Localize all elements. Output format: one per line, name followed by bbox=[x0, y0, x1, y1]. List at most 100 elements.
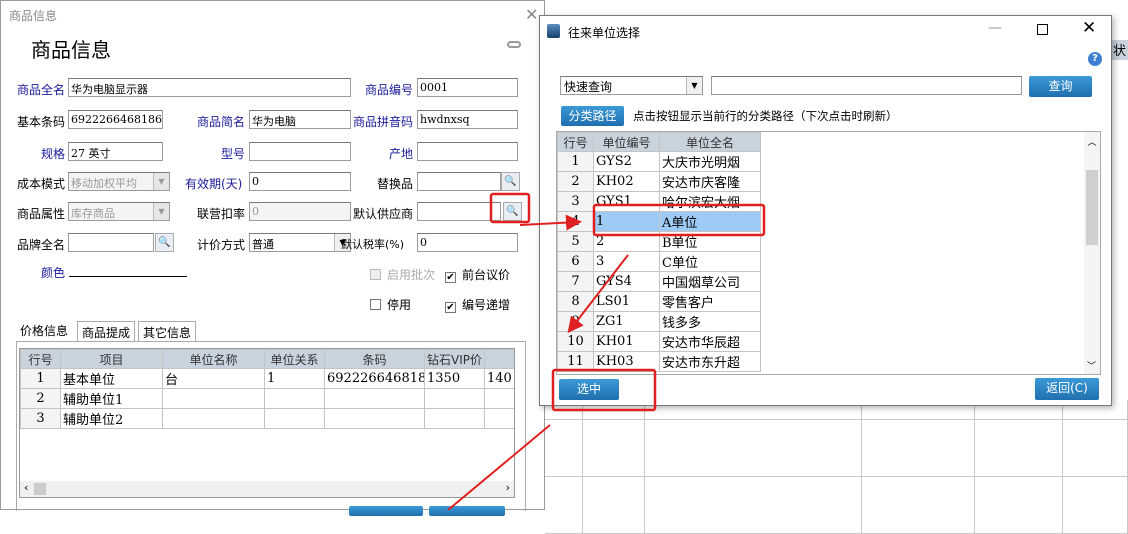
table-cell[interactable] bbox=[264, 388, 325, 409]
table-cell[interactable] bbox=[324, 388, 425, 409]
table-cell[interactable] bbox=[264, 408, 325, 429]
table-cell[interactable]: 1 bbox=[593, 211, 660, 232]
table-cell[interactable]: KH03 bbox=[593, 351, 660, 372]
query-mode-select[interactable]: 快速查询 ▼ bbox=[560, 76, 703, 95]
code-input[interactable]: 0001 bbox=[417, 78, 518, 97]
return-button[interactable]: 返回(C) bbox=[1035, 378, 1099, 400]
table-cell[interactable]: LS01 bbox=[593, 291, 660, 312]
table-cell[interactable]: 基本单位 bbox=[60, 368, 163, 389]
table-cell[interactable]: GYS2 bbox=[593, 151, 660, 172]
row-number[interactable]: 7 bbox=[557, 271, 594, 292]
full-name-input[interactable]: 华为电脑显示器 bbox=[68, 78, 351, 97]
column-header[interactable]: 行号 bbox=[557, 132, 594, 152]
table-cell[interactable]: 辅助单位2 bbox=[60, 408, 163, 429]
table-cell[interactable]: 安达市东升超 bbox=[659, 351, 761, 372]
link-icon[interactable] bbox=[507, 41, 521, 48]
list-item[interactable]: 5 2 B单位 bbox=[557, 231, 761, 252]
list-item[interactable]: 9 ZG1 钱多多 bbox=[557, 311, 761, 332]
table-cell[interactable]: KH02 bbox=[593, 171, 660, 192]
attribute-select[interactable]: 库存商品 ▼ bbox=[68, 202, 170, 221]
tab-price-info[interactable]: 价格信息 bbox=[16, 320, 73, 342]
tab-commission[interactable]: 商品提成 bbox=[77, 321, 136, 341]
list-item[interactable]: 10 KH01 安达市华辰超 bbox=[557, 331, 761, 352]
table-cell[interactable]: KH01 bbox=[593, 331, 660, 352]
close-icon[interactable]: ✕ bbox=[525, 5, 538, 24]
scroll-thumb[interactable] bbox=[1086, 170, 1098, 245]
spec-input[interactable]: 27 英寸 bbox=[68, 142, 163, 161]
row-number[interactable]: 1 bbox=[557, 151, 594, 172]
list-item[interactable]: 11 KH03 安达市东升超 bbox=[557, 351, 761, 372]
brand-search-icon[interactable]: 🔍 bbox=[155, 233, 174, 252]
row-number[interactable]: 6 bbox=[557, 251, 594, 272]
table-cell[interactable]: GYS4 bbox=[593, 271, 660, 292]
table-cell[interactable]: A单位 bbox=[659, 211, 761, 232]
table-cell[interactable]: 哈尔滨宏大烟 bbox=[659, 191, 761, 212]
search-icon[interactable]: 🔍 bbox=[501, 172, 520, 191]
row-number[interactable]: 3 bbox=[557, 191, 594, 212]
vertical-scrollbar[interactable]: ︿ ﹀ bbox=[1084, 132, 1100, 374]
column-header[interactable]: 条码 bbox=[324, 349, 425, 369]
list-item[interactable]: 2 KH02 安达市庆客隆 bbox=[557, 171, 761, 192]
table-cell[interactable]: 大庆市光明烟 bbox=[659, 151, 761, 172]
list-item[interactable]: 4 1 A单位 bbox=[557, 211, 761, 232]
minimize-icon[interactable]: — bbox=[988, 20, 1002, 36]
table-cell[interactable]: 安达市庆客隆 bbox=[659, 171, 761, 192]
column-header[interactable]: 单位关系 bbox=[264, 349, 325, 369]
default-supplier-input[interactable] bbox=[417, 202, 501, 221]
expiry-input[interactable]: 0 bbox=[249, 172, 351, 191]
row-number[interactable]: 3 bbox=[20, 408, 61, 429]
disabled-checkbox[interactable]: 停用 bbox=[370, 296, 411, 313]
table-row[interactable]: 1 基本单位台 1 6922266468186 1350 140 bbox=[20, 368, 514, 389]
table-row[interactable]: 3 辅助单位2 bbox=[20, 408, 514, 429]
maximize-icon[interactable] bbox=[1037, 24, 1048, 35]
pricing-select[interactable]: 普通 ▼ bbox=[249, 233, 351, 252]
table-cell[interactable]: 钱多多 bbox=[659, 311, 761, 332]
category-path-button[interactable]: 分类路径 bbox=[561, 106, 624, 126]
row-number[interactable]: 2 bbox=[557, 171, 594, 192]
table-cell[interactable]: 2 bbox=[593, 231, 660, 252]
table-cell[interactable]: 140 bbox=[484, 368, 514, 389]
table-cell[interactable]: 3 bbox=[593, 251, 660, 272]
table-cell[interactable] bbox=[484, 408, 514, 429]
table-cell[interactable]: C单位 bbox=[659, 251, 761, 272]
cost-mode-select[interactable]: 移动加权平均 ▼ bbox=[68, 172, 170, 191]
color-input[interactable] bbox=[69, 263, 187, 277]
row-number[interactable]: 11 bbox=[557, 351, 594, 372]
column-header[interactable]: 项目 bbox=[60, 349, 163, 369]
front-price-checkbox[interactable]: ✔ 前台议价 bbox=[445, 266, 510, 283]
column-header[interactable]: 单位编号 bbox=[593, 132, 660, 152]
table-cell[interactable] bbox=[162, 408, 265, 429]
table-cell[interactable]: 中国烟草公司 bbox=[659, 271, 761, 292]
column-header[interactable]: 行号 bbox=[20, 349, 61, 369]
cancel-button[interactable] bbox=[429, 506, 505, 516]
row-number[interactable]: 10 bbox=[557, 331, 594, 352]
row-number[interactable]: 1 bbox=[20, 368, 61, 389]
row-number[interactable]: 5 bbox=[557, 231, 594, 252]
brand-input[interactable] bbox=[68, 233, 154, 252]
row-number[interactable]: 9 bbox=[557, 311, 594, 332]
pinyin-input[interactable]: hwdnxsq bbox=[417, 110, 518, 129]
table-row[interactable]: 2 辅助单位1 bbox=[20, 388, 514, 409]
select-button[interactable]: 选中 bbox=[559, 379, 619, 400]
tab-other-info[interactable]: 其它信息 bbox=[138, 321, 197, 341]
scroll-down-icon[interactable]: ﹀ bbox=[1087, 359, 1096, 372]
table-cell[interactable]: 安达市华辰超 bbox=[659, 331, 761, 352]
column-header[interactable]: 黄金 bbox=[484, 349, 514, 369]
column-header[interactable]: 单位全名 bbox=[659, 132, 761, 152]
row-number[interactable]: 8 bbox=[557, 291, 594, 312]
row-number[interactable]: 2 bbox=[20, 388, 61, 409]
auto-number-checkbox[interactable]: ✔ 编号递增 bbox=[445, 296, 510, 313]
table-cell[interactable]: GYS1 bbox=[593, 191, 660, 212]
model-input[interactable] bbox=[249, 142, 351, 161]
table-cell[interactable]: 零售客户 bbox=[659, 291, 761, 312]
table-cell[interactable]: 1 bbox=[264, 368, 325, 389]
query-input[interactable] bbox=[711, 76, 1022, 95]
short-name-input[interactable]: 华为电脑 bbox=[249, 110, 351, 129]
close-icon[interactable]: ✕ bbox=[1082, 18, 1096, 38]
scroll-left-icon[interactable]: ‹ bbox=[24, 481, 28, 494]
column-header[interactable]: 钻石VIP价 bbox=[424, 349, 485, 369]
batch-checkbox[interactable]: 启用批次 bbox=[370, 266, 435, 283]
scroll-up-icon[interactable]: ︿ bbox=[1084, 135, 1100, 148]
substitute-input[interactable] bbox=[417, 172, 501, 191]
list-item[interactable]: 7 GYS4 中国烟草公司 bbox=[557, 271, 761, 292]
